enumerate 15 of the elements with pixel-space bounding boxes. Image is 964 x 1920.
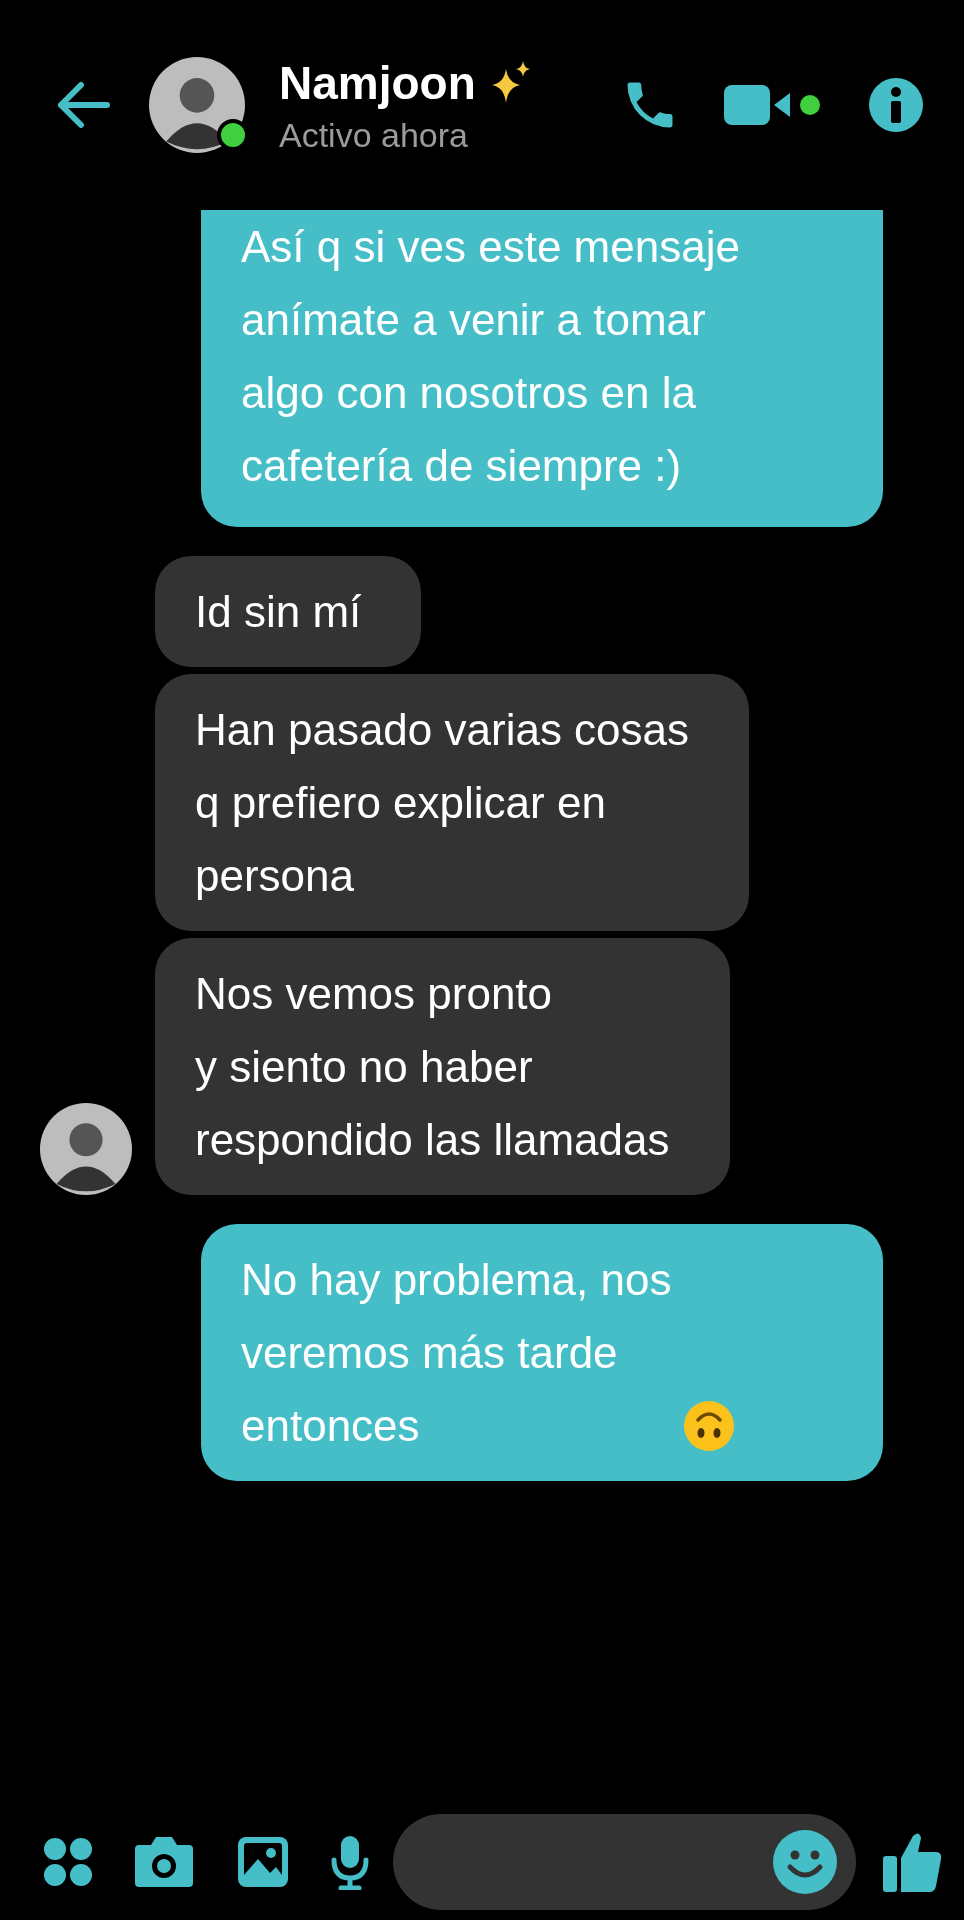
back-arrow-icon[interactable] — [55, 81, 111, 129]
status-text: Activo ahora — [279, 115, 469, 155]
microphone-icon[interactable] — [331, 1834, 369, 1890]
info-icon[interactable] — [868, 77, 924, 133]
contact-name: Namjoon — [279, 55, 476, 110]
menu-dots-icon[interactable] — [43, 1837, 93, 1887]
camera-icon[interactable] — [133, 1835, 195, 1889]
message-text: Han pasado varias cosas q prefiero explicar en persona — [195, 705, 690, 900]
message-text: Nos vemos pronto y siento no haber respondido las llamadas — [195, 969, 670, 1164]
emoji-icon[interactable] — [772, 1829, 838, 1895]
message-text: Id sin mí — [195, 587, 362, 636]
thumbs-up-icon[interactable] — [881, 1830, 943, 1894]
message-text: No hay problema, nos veremos más tarde entonces — [241, 1254, 672, 1452]
image-icon[interactable] — [236, 1835, 290, 1889]
message-text: Así q si ves este mensaje anímate a venir a tomar algo con nosotros en la cafetería de siempre :) — [241, 222, 740, 490]
